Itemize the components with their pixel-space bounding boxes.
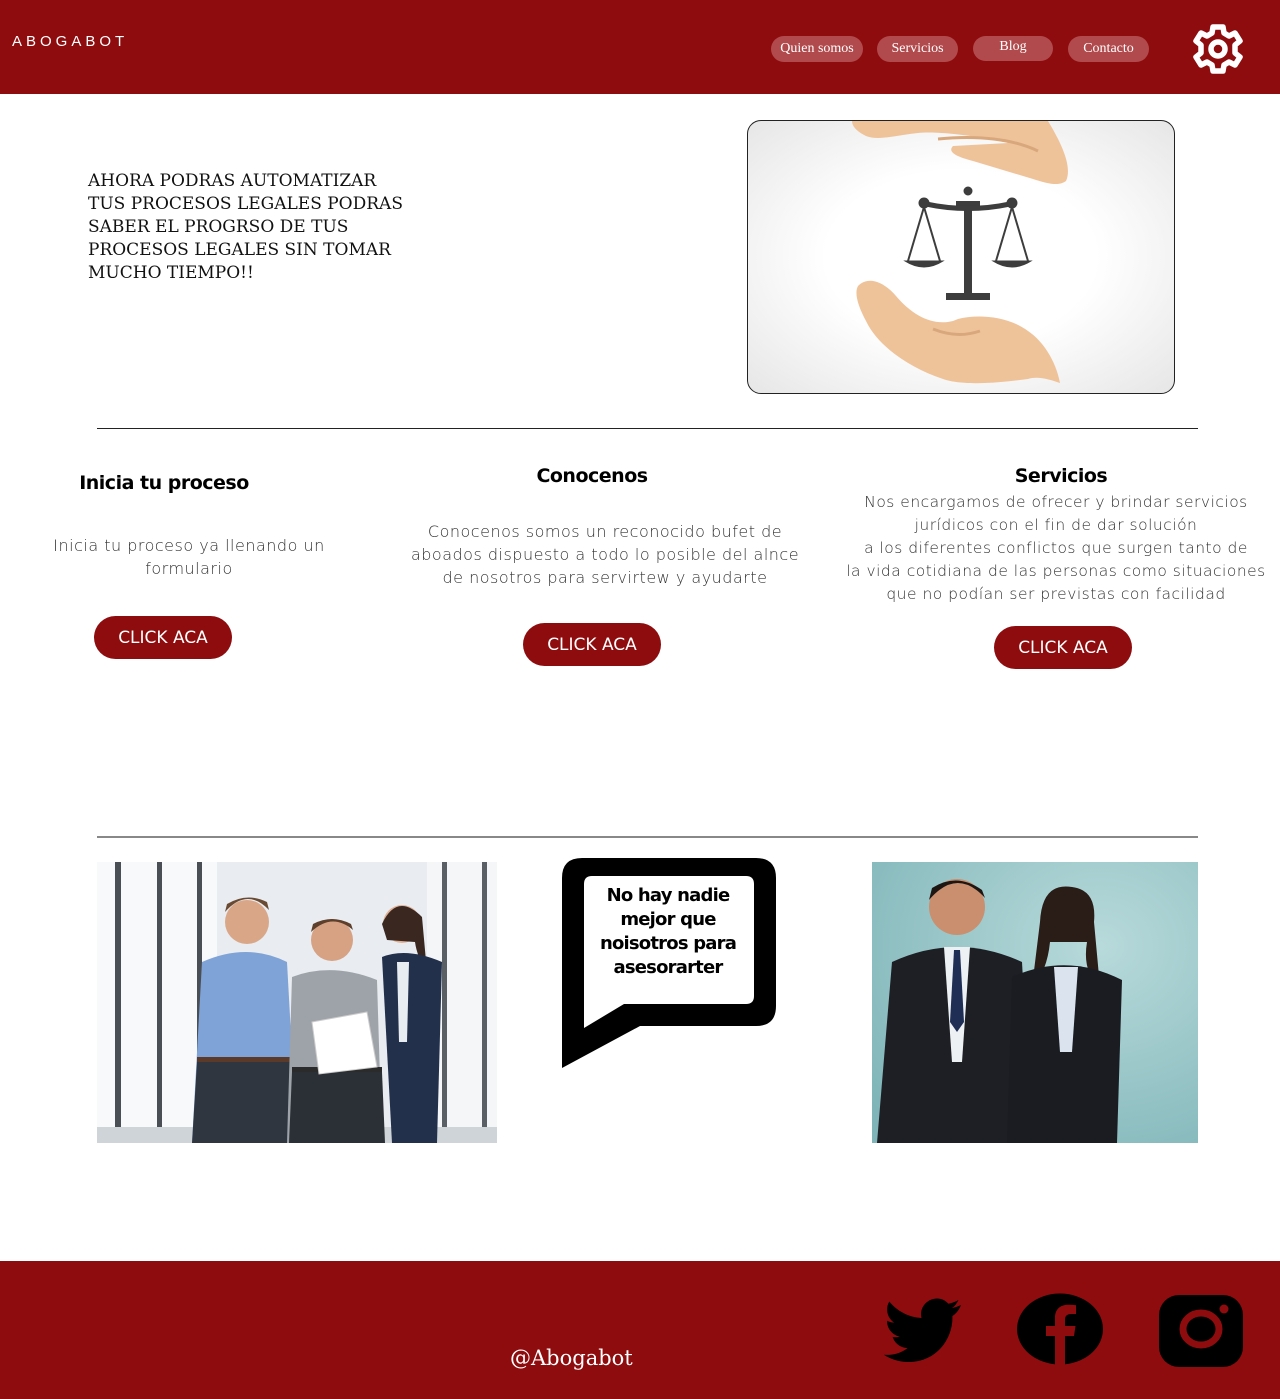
site-header: ABOGABOT Quien somos Servicios Blog Cont… [0, 0, 1280, 94]
column-text-conocenos: Conocenos somos un reconocido bufet de a… [410, 522, 800, 587]
nav-contacto[interactable]: Contacto [1068, 36, 1149, 62]
hero-image [747, 120, 1175, 394]
conocenos-click-button[interactable]: CLICK ACA [523, 623, 661, 666]
column-title-conocenos: Conocenos [536, 465, 648, 487]
team-meeting-photo [97, 862, 497, 1143]
column-title-inicia: Inicia tu proceso [79, 472, 249, 494]
column-text-servicios: Nos encargamos de ofrecer y brindar serv… [836, 491, 1276, 606]
inicia-click-button[interactable]: CLICK ACA [94, 616, 232, 659]
servicios-line: a los diferentes conflictos que surgen t… [864, 539, 1248, 557]
column-title-servicios: Servicios [1014, 465, 1108, 487]
servicios-line: Nos encargamos de ofrecer y brindar serv… [864, 493, 1248, 511]
nav-quien-somos[interactable]: Quien somos [771, 36, 863, 62]
nav-servicios[interactable]: Servicios [877, 36, 958, 62]
twitter-icon[interactable] [884, 1298, 962, 1362]
site-logo[interactable]: ABOGABOT [12, 33, 128, 50]
section-divider [97, 428, 1198, 429]
justice-scale-hands-icon [852, 121, 1068, 384]
instagram-icon[interactable] [1158, 1294, 1244, 1368]
servicios-line: que no podían ser previstas con facilida… [886, 585, 1226, 603]
hero-headline: AHORA PODRAS AUTOMATIZAR TUS PROCESOS LE… [88, 171, 403, 283]
servicios-click-button[interactable]: CLICK ACA [994, 626, 1132, 669]
servicios-line: la vida cotidiana de las personas como s… [846, 562, 1266, 580]
bubble-text: No hay nadie mejor que noisotros para as… [599, 885, 737, 978]
professionals-photo [872, 862, 1198, 1143]
column-text-inicia: Inicia tu proceso ya llenando un formula… [53, 536, 325, 578]
servicios-line: jurídicos con el fin de dar solución [914, 516, 1198, 534]
gear-icon[interactable] [1188, 22, 1248, 76]
footer-handle[interactable]: @Abogabot [510, 1346, 633, 1370]
nav-blog[interactable]: Blog [973, 36, 1053, 61]
facebook-icon[interactable] [1016, 1293, 1104, 1365]
gallery-divider [97, 836, 1198, 838]
